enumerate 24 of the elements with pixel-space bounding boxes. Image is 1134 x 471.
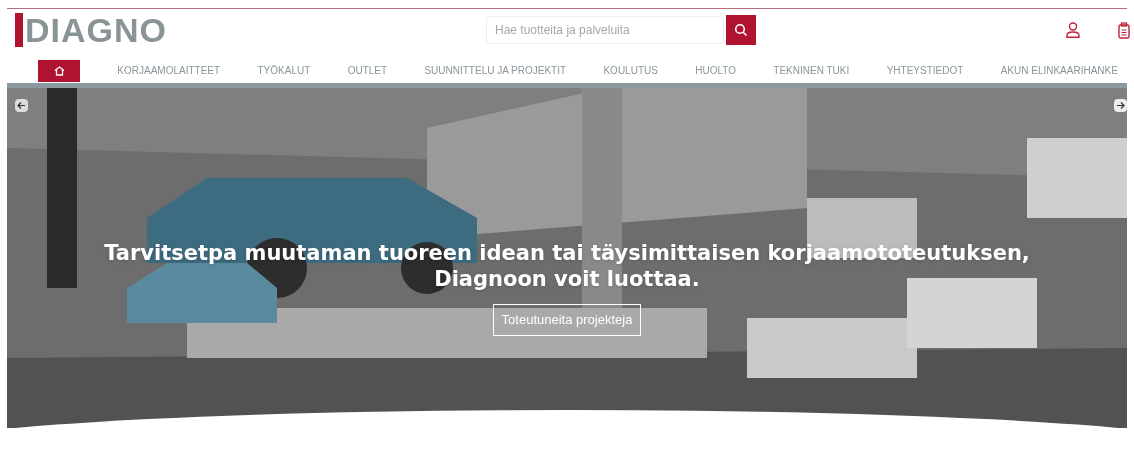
search-button[interactable] [726, 15, 756, 45]
home-button[interactable] [38, 59, 80, 82]
next-button[interactable] [1114, 99, 1127, 112]
home-icon [53, 65, 65, 76]
clipboard-icon[interactable] [1118, 21, 1130, 39]
nav-link[interactable]: KORJAAMOLAITTEET [117, 63, 221, 78]
projects-button[interactable]: Toteutuneita projekteja [492, 304, 642, 336]
arrow-right-icon [1116, 101, 1125, 110]
nav-link[interactable]: KOULUTUS [603, 63, 658, 78]
hero-heading: Diagnoon voit luottaa. [434, 266, 700, 292]
hero-heading: Tarvitsetpa muutaman tuoreen idean tai täysimittaisen korjaamototeutuksen, [104, 240, 1030, 266]
previous-button[interactable] [15, 99, 28, 112]
search-field[interactable]: Hae tuotteita ja palveluita [486, 16, 724, 44]
nav-link[interactable]: TYÖKALUT [257, 63, 311, 78]
nav-link[interactable]: HUOLTO [695, 63, 736, 78]
user-icon[interactable] [1066, 22, 1080, 38]
nav-link[interactable]: AKUN ELINKAARIHANKE [1000, 63, 1118, 78]
nav-link[interactable]: TEKNINEN TUKI [773, 63, 850, 78]
search-icon [734, 23, 748, 37]
arrow-left-icon [17, 101, 26, 110]
nav-link[interactable]: SUUNNITTELU JA PROJEKTIT [424, 63, 567, 78]
nav-link[interactable]: OUTLET [347, 63, 388, 78]
nav-link[interactable]: YHTEYSTIEDOT [886, 63, 964, 78]
logo[interactable]: DIAGNO [15, 13, 167, 47]
